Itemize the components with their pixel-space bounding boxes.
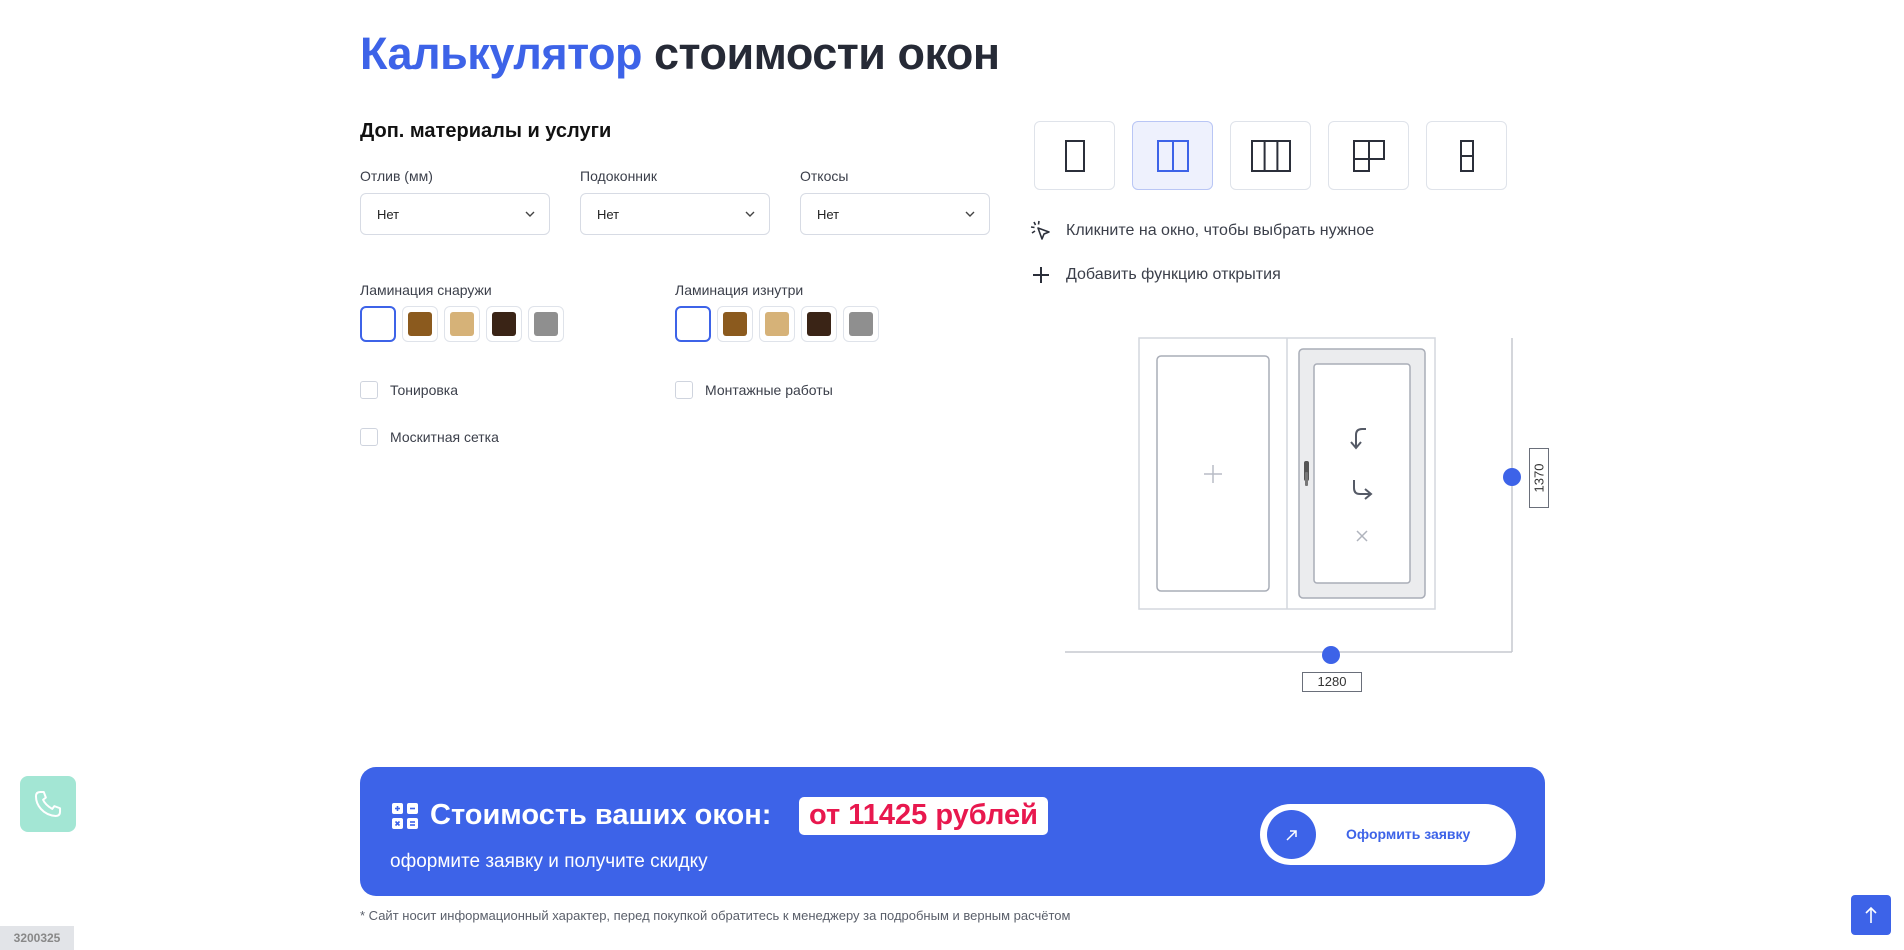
scroll-top-button[interactable]	[1851, 895, 1891, 935]
installation-label: Монтажные работы	[705, 382, 833, 398]
lamination-outside-label: Ламинация снаружи	[360, 282, 492, 298]
sill-select[interactable]: Нет	[580, 193, 770, 235]
chevron-down-icon	[745, 211, 755, 217]
swatch-color-chip	[765, 312, 789, 336]
width-drag-handle[interactable]	[1322, 646, 1340, 664]
double-sash-icon	[1156, 139, 1189, 172]
phone-icon	[34, 790, 62, 818]
window-preview	[1065, 337, 1513, 653]
lamination-swatch[interactable]	[402, 306, 438, 342]
swatch-color-chip	[408, 312, 432, 336]
swatch-color-chip	[492, 312, 516, 336]
lamination-swatch[interactable]	[717, 306, 753, 342]
window-type-triple[interactable]	[1230, 121, 1311, 190]
mosquito-net-checkbox[interactable]: Москитная сетка	[360, 428, 499, 446]
lamination-swatch[interactable]	[759, 306, 795, 342]
mosquito-net-label: Москитная сетка	[390, 429, 499, 445]
lamination-swatch[interactable]	[675, 306, 711, 342]
lamination-swatch[interactable]	[486, 306, 522, 342]
page-id-badge: 3200325	[0, 926, 74, 950]
triple-sash-icon	[1250, 139, 1291, 172]
lamination-swatch[interactable]	[444, 306, 480, 342]
height-value-box[interactable]: 1370	[1529, 448, 1549, 508]
order-button[interactable]: Оформить заявку	[1260, 804, 1516, 865]
add-opening-label: Добавить функцию открытия	[1066, 266, 1281, 283]
balcony-door-icon	[1459, 139, 1474, 172]
window-type-double[interactable]	[1132, 121, 1213, 190]
lamination-inside-label: Ламинация изнутри	[675, 282, 804, 298]
lamination-inside-swatches	[675, 306, 879, 342]
price-title: Стоимость ваших окон:	[390, 799, 771, 832]
disclaimer: * Сайт носит информационный характер, пе…	[360, 908, 1071, 923]
chevron-down-icon	[525, 211, 535, 217]
tinting-checkbox[interactable]: Тонировка	[360, 381, 458, 399]
checkbox-box[interactable]	[360, 428, 378, 446]
lamination-swatch[interactable]	[801, 306, 837, 342]
window-type-single[interactable]	[1034, 121, 1115, 190]
drip-value: Нет	[377, 207, 400, 222]
page-title: Калькулятор стоимости окон	[360, 28, 1000, 80]
section-title: Доп. материалы и услуги	[360, 120, 612, 142]
swatch-color-chip	[534, 312, 558, 336]
lamination-swatch[interactable]	[528, 306, 564, 342]
swatch-color-chip	[450, 312, 474, 336]
combined-sash-icon	[1352, 139, 1385, 172]
installation-checkbox[interactable]: Монтажные работы	[675, 381, 833, 399]
lamination-swatch[interactable]	[843, 306, 879, 342]
calculator-icon	[392, 802, 418, 829]
arrow-up-right-icon	[1267, 810, 1316, 859]
chevron-down-icon	[965, 211, 975, 217]
price-banner: Стоимость ваших окон: от 11425 рублей оф…	[360, 767, 1545, 896]
price-title-text: Стоимость ваших окон:	[430, 799, 772, 831]
price-subtitle: оформите заявку и получите скидку	[390, 851, 708, 872]
swatch-color-chip	[849, 312, 873, 336]
price-value: от 11425 рублей	[799, 797, 1048, 835]
sill-value: Нет	[597, 207, 620, 222]
window-type-combined[interactable]	[1328, 121, 1409, 190]
click-hint-text: Кликните на окно, чтобы выбрать нужное	[1066, 222, 1375, 239]
right-sash[interactable]	[1298, 348, 1426, 599]
tinting-label: Тонировка	[390, 382, 459, 398]
height-drag-handle[interactable]	[1503, 468, 1521, 486]
swatch-color-chip	[723, 312, 747, 336]
height-value: 1370	[1531, 463, 1547, 493]
window-type-door[interactable]	[1426, 121, 1507, 190]
cursor-click-icon	[1030, 220, 1050, 240]
sill-label: Подоконник	[580, 168, 657, 184]
left-sash[interactable]	[1156, 355, 1270, 592]
lamination-swatch[interactable]	[360, 306, 396, 342]
width-value-box[interactable]: 1280	[1302, 672, 1362, 692]
slopes-value: Нет	[817, 207, 840, 222]
checkbox-box[interactable]	[675, 381, 693, 399]
drip-select[interactable]: Нет	[360, 193, 550, 235]
order-button-label: Оформить заявку	[1346, 826, 1471, 842]
page-title-rest: стоимости окон	[654, 28, 1000, 79]
width-value: 1280	[1317, 674, 1347, 689]
add-opening-button[interactable]: Добавить функцию открытия	[1030, 264, 1281, 286]
plus-icon	[1033, 267, 1049, 283]
checkbox-box[interactable]	[360, 381, 378, 399]
click-hint: Кликните на окно, чтобы выбрать нужное	[1030, 220, 1374, 242]
page-title-accent: Калькулятор	[360, 28, 643, 79]
drip-label: Отлив (мм)	[360, 168, 433, 184]
arrow-up-icon	[1865, 906, 1877, 923]
slopes-select[interactable]: Нет	[800, 193, 990, 235]
slopes-label: Откосы	[800, 168, 849, 184]
swatch-color-chip	[807, 312, 831, 336]
phone-call-button[interactable]	[20, 776, 76, 832]
single-sash-icon	[1064, 139, 1085, 172]
lamination-outside-swatches	[360, 306, 564, 342]
